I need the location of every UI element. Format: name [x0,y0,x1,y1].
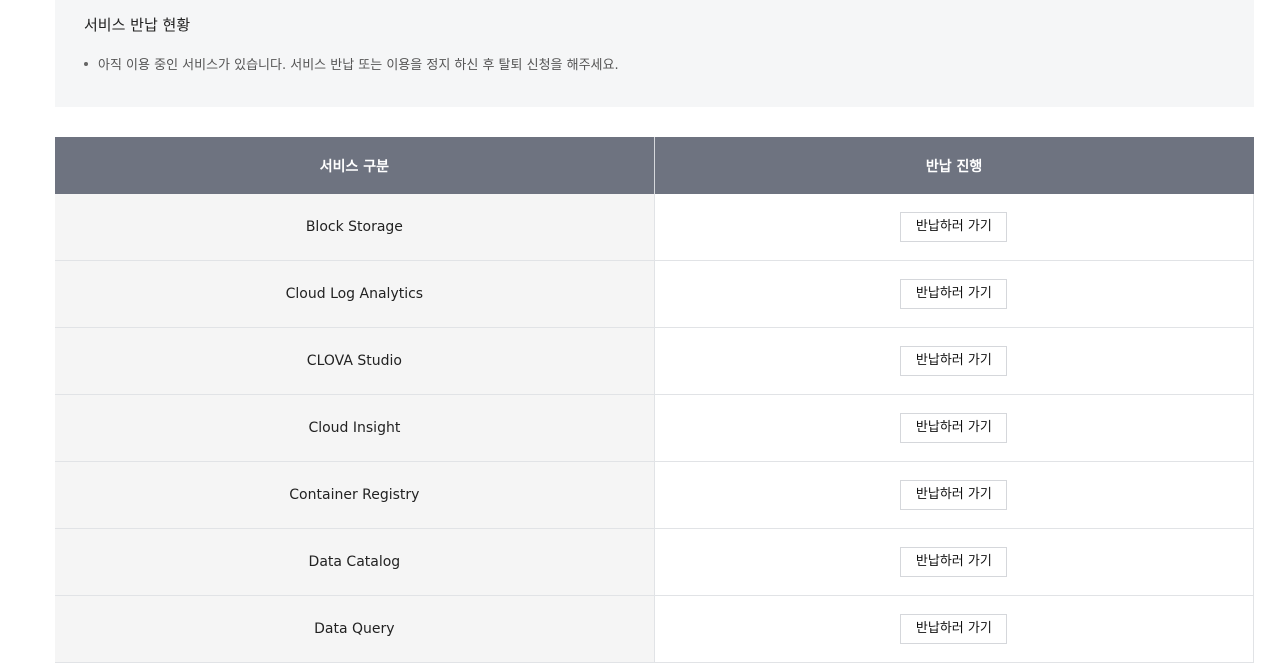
table-row: Data Catalog 반납하러 가기 [55,528,1255,596]
column-header-service: 서비스 구분 [55,137,655,194]
table-row: Container Registry 반납하러 가기 [55,461,1255,529]
table-row: Data Query 반납하러 가기 [55,595,1255,663]
action-cell: 반납하러 가기 [654,194,1255,261]
table-header-row: 서비스 구분 반납 진행 [55,137,1254,194]
action-cell: 반납하러 가기 [654,327,1255,395]
go-return-button[interactable]: 반납하러 가기 [900,480,1008,510]
action-cell: 반납하러 가기 [654,461,1255,529]
notice-message: 아직 이용 중인 서비스가 있습니다. 서비스 반납 또는 이용을 정지 하신 … [98,58,619,73]
go-return-button[interactable]: 반납하러 가기 [900,547,1008,577]
table-row: Block Storage 반납하러 가기 [55,194,1255,261]
go-return-button[interactable]: 반납하러 가기 [900,413,1008,443]
service-name-cell: Cloud Log Analytics [55,260,655,328]
action-cell: 반납하러 가기 [654,394,1255,462]
go-return-button[interactable]: 반납하러 가기 [900,279,1008,309]
service-name-cell: CLOVA Studio [55,327,655,395]
service-name-cell: Data Catalog [55,528,655,596]
bullet-icon [84,61,88,66]
service-name-cell: Data Query [55,595,655,663]
notice-message-line: 아직 이용 중인 서비스가 있습니다. 서비스 반납 또는 이용을 정지 하신 … [84,54,619,73]
service-name-cell: Block Storage [55,194,655,261]
go-return-button[interactable]: 반납하러 가기 [900,614,1008,644]
column-header-action: 반납 진행 [654,137,1254,194]
action-cell: 반납하러 가기 [654,595,1255,663]
notice-title: 서비스 반납 현황 [84,16,191,34]
service-name-cell: Cloud Insight [55,394,655,462]
table-row: Cloud Log Analytics 반납하러 가기 [55,260,1255,328]
notice-box: 서비스 반납 현황 아직 이용 중인 서비스가 있습니다. 서비스 반납 또는 … [55,0,1254,107]
service-return-table: 서비스 구분 반납 진행 Block Storage 반납하러 가기 Cloud… [55,137,1255,663]
table-row: CLOVA Studio 반납하러 가기 [55,327,1255,395]
action-cell: 반납하러 가기 [654,260,1255,328]
go-return-button[interactable]: 반납하러 가기 [900,212,1008,242]
go-return-button[interactable]: 반납하러 가기 [900,346,1008,376]
action-cell: 반납하러 가기 [654,528,1255,596]
service-name-cell: Container Registry [55,461,655,529]
table-row: Cloud Insight 반납하러 가기 [55,394,1255,462]
